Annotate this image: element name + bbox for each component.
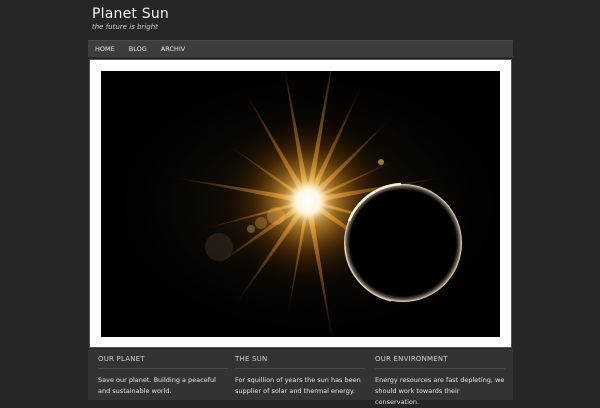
site-tagline: the future is bright [92,23,158,31]
widget-title: OUR ENVIRONMENT [375,355,448,363]
widget-text: Energy resources are fast depleting, we … [375,376,505,406]
sun-eclipse-graphic [101,71,500,337]
slide-border [89,59,512,348]
nav-item-home[interactable]: HOME [88,41,122,57]
widget-divider [235,368,365,369]
nav-item-blog[interactable]: BLOG [122,41,154,57]
widget-our-planet: OUR PLANET Save our planet. Building a p… [98,355,228,397]
widget-the-sun: THE SUN For squillion of years the sun h… [235,355,365,397]
nav-item-archiv[interactable]: ARCHIV [154,41,192,57]
widget-our-environment: OUR ENVIRONMENT Energy resources are fas… [375,355,505,408]
widget-divider [375,368,505,369]
sun-eclipse-image[interactable] [101,71,500,337]
site-title[interactable]: Planet Sun [92,6,169,22]
widget-title: OUR PLANET [98,355,145,363]
widget-text: Save our planet. Building a peaceful and… [98,376,216,395]
footer-widgets: OUR PLANET Save our planet. Building a p… [88,349,513,406]
widget-text: For squillion of years the sun has been … [235,376,361,395]
widget-title: THE SUN [235,355,268,363]
widget-divider [98,368,228,369]
slider-frame [88,58,513,348]
main-nav: HOME BLOG ARCHIV [88,40,513,57]
